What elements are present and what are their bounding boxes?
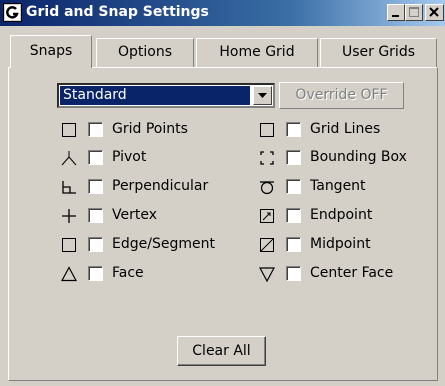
- grid-lines-checkbox[interactable]: [286, 122, 301, 137]
- vertex-icon: [59, 206, 79, 226]
- override-button[interactable]: Override OFF: [279, 82, 404, 109]
- dropdown-value: Standard: [60, 86, 250, 105]
- vertex-checkbox[interactable]: [88, 208, 103, 223]
- tangent-checkbox[interactable]: [286, 179, 301, 194]
- tab-home-grid[interactable]: Home Grid: [196, 38, 318, 67]
- snap-label: Center Face: [310, 265, 394, 281]
- snap-label: Face: [112, 265, 144, 281]
- grid-points-checkbox[interactable]: [88, 122, 103, 137]
- midpoint-icon: [257, 235, 277, 255]
- grid-lines-icon: [257, 120, 277, 140]
- center-face-checkbox[interactable]: [286, 266, 301, 281]
- midpoint-checkbox[interactable]: [286, 237, 301, 252]
- snap-label: Vertex: [112, 207, 158, 223]
- maximize-button[interactable]: [405, 4, 423, 21]
- snap-set-dropdown[interactable]: Standard: [57, 83, 275, 108]
- edge-segment-icon: [59, 235, 79, 255]
- snap-label: Midpoint: [310, 236, 371, 252]
- grid-points-icon: [59, 120, 79, 140]
- title-bar[interactable]: Grid and Snap Settings: [0, 0, 445, 26]
- close-button[interactable]: [425, 4, 444, 21]
- minimize-button[interactable]: [387, 4, 405, 21]
- snap-label: Endpoint: [310, 207, 373, 223]
- snap-label: Grid Lines: [310, 121, 381, 137]
- snap-label: Perpendicular: [112, 178, 209, 194]
- perpendicular-checkbox[interactable]: [88, 179, 103, 194]
- dropdown-arrow-button[interactable]: [253, 86, 272, 105]
- app-icon: [3, 3, 22, 22]
- snap-label: Bounding Box: [310, 149, 407, 165]
- endpoint-checkbox[interactable]: [286, 208, 301, 223]
- grid-snap-settings-window: Grid and Snap Settings Snaps Options Hom…: [0, 0, 445, 386]
- bounding-box-checkbox[interactable]: [286, 150, 301, 165]
- window-title: Grid and Snap Settings: [26, 4, 209, 20]
- tangent-icon: [257, 177, 277, 197]
- maximize-icon: [409, 7, 419, 17]
- close-icon: [429, 7, 439, 17]
- snap-label: Grid Points: [112, 121, 188, 137]
- bounding-box-icon: [257, 148, 277, 168]
- edge-segment-checkbox[interactable]: [88, 237, 103, 252]
- endpoint-icon: [257, 206, 277, 226]
- tab-user-grids[interactable]: User Grids: [320, 38, 437, 67]
- tab-options[interactable]: Options: [96, 38, 194, 67]
- snap-label: Tangent: [310, 178, 366, 194]
- center-face-icon: [257, 264, 277, 284]
- pivot-checkbox[interactable]: [88, 150, 103, 165]
- pivot-icon: [59, 148, 79, 168]
- perpendicular-icon: [59, 177, 79, 197]
- snap-label: Pivot: [112, 149, 147, 165]
- tab-snaps[interactable]: Snaps: [10, 35, 92, 68]
- minimize-icon: [392, 15, 399, 17]
- clear-all-button[interactable]: Clear All: [177, 336, 266, 366]
- chevron-down-icon: [258, 93, 267, 98]
- face-checkbox[interactable]: [88, 266, 103, 281]
- snap-label: Edge/Segment: [112, 236, 215, 252]
- face-icon: [59, 264, 79, 284]
